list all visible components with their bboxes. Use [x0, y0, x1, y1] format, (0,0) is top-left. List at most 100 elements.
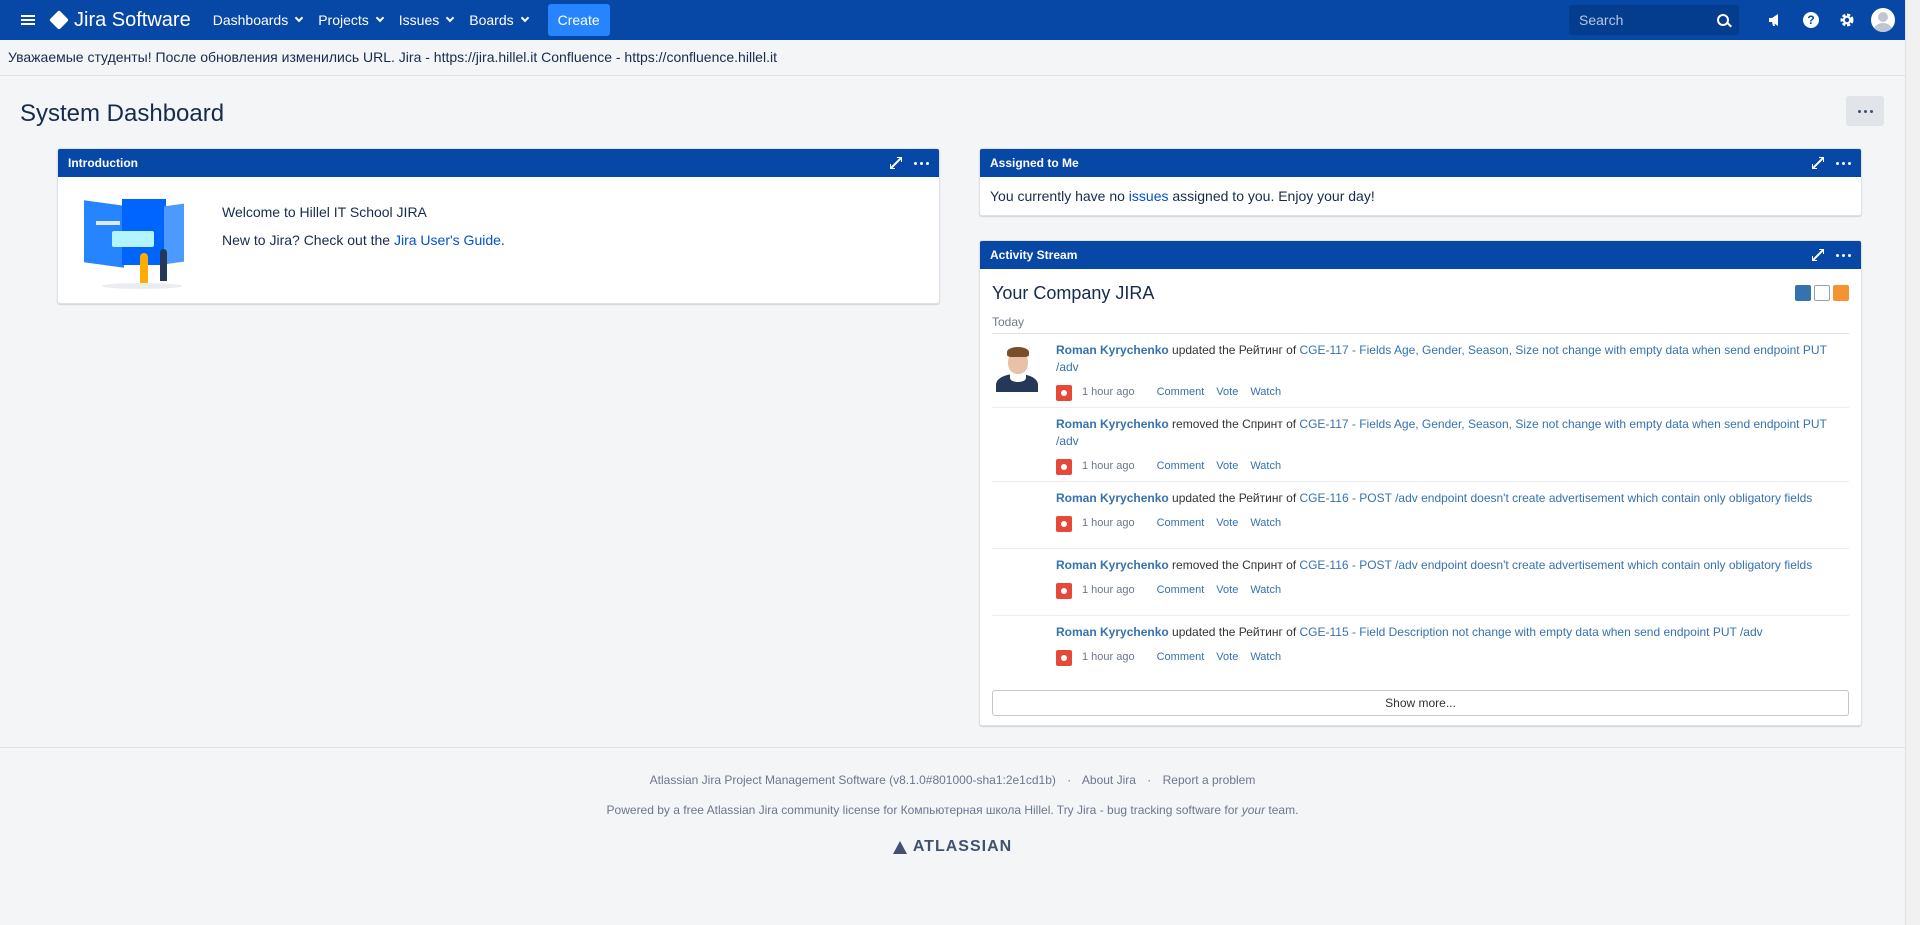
logo-text: Jira Software	[74, 8, 191, 31]
comment-link[interactable]: Comment	[1157, 649, 1205, 666]
comment-link[interactable]: Comment	[1157, 582, 1205, 599]
introduction-gadget: Introduction Welcome to Hillel IT School…	[57, 148, 940, 304]
assigned-message: You currently have no issues assigned to…	[980, 177, 1861, 215]
gadget-header: Introduction	[58, 149, 939, 177]
help-button[interactable]: ?	[1793, 0, 1829, 40]
atlassian-brand: ATLASSIAN	[912, 838, 1013, 855]
stream-title: Your Company JIRA	[992, 282, 1155, 303]
dashboard-more-button[interactable]	[1846, 96, 1884, 126]
maximize-icon[interactable]	[1812, 157, 1824, 169]
bug-icon	[1056, 649, 1072, 666]
powered-em: your	[1241, 803, 1266, 817]
create-button[interactable]: Create	[547, 4, 610, 36]
activity-stream-gadget: Activity Stream Your Company JIRA Today …	[979, 240, 1862, 726]
jira-logo[interactable]: Jira Software	[49, 8, 191, 32]
activity-action: updated the Рейтинг of	[1168, 343, 1300, 357]
activity-text: Roman Kyrychenko updated the Рейтинг of …	[1056, 342, 1849, 376]
user-avatar[interactable]	[992, 342, 1044, 394]
welcome-text: Welcome to Hillel IT School JIRA	[222, 204, 427, 220]
assigned-text-after: assigned to you. Enjoy your day!	[1168, 188, 1375, 204]
activity-item: Roman Kyrychenko removed the Спринт of C…	[992, 408, 1849, 482]
nav-projects[interactable]: Projects	[310, 0, 391, 40]
activity-text: Roman Kyrychenko removed the Спринт of C…	[1056, 416, 1849, 450]
nav-boards-label: Boards	[469, 12, 514, 28]
day-heading: Today	[992, 307, 1849, 334]
nav-dashboards[interactable]: Dashboards	[205, 0, 311, 40]
activity-item: Roman Kyrychenko updated the Рейтинг of …	[992, 334, 1849, 408]
list-view-icon[interactable]	[1814, 285, 1830, 301]
comment-link[interactable]: Comment	[1157, 458, 1205, 475]
vote-link[interactable]: Vote	[1216, 649, 1238, 666]
activity-user-link[interactable]: Roman Kyrychenko	[1056, 558, 1169, 572]
chevron-down-icon	[375, 13, 385, 23]
jira-logo-icon	[49, 9, 74, 31]
vote-link[interactable]: Vote	[1216, 582, 1238, 599]
guide-suffix: .	[500, 232, 505, 248]
activity-user-link[interactable]: Roman Kyrychenko	[1056, 417, 1169, 431]
show-more-button[interactable]: Show more...	[992, 690, 1849, 716]
activity-issue-link[interactable]: CGE-116 - POST /adv endpoint doesn't cre…	[1300, 491, 1813, 505]
watch-link[interactable]: Watch	[1250, 458, 1281, 475]
activity-item: Roman Kyrychenko updated the Рейтинг of …	[992, 616, 1849, 682]
rss-feed-icon[interactable]	[1833, 285, 1849, 301]
search-box[interactable]	[1569, 5, 1739, 35]
more-icon[interactable]	[914, 161, 929, 165]
user-guide-link[interactable]: Jira User's Guide	[394, 232, 501, 248]
bug-icon	[1056, 384, 1072, 401]
activity-action: removed the Спринт of	[1168, 417, 1300, 431]
more-icon[interactable]	[1836, 253, 1851, 257]
avatar[interactable]	[1871, 8, 1895, 32]
page-scrollbar[interactable]	[1905, 0, 1920, 925]
more-icon	[1857, 109, 1873, 113]
user-avatar	[992, 624, 1044, 676]
nav-boards[interactable]: Boards	[461, 0, 535, 40]
more-icon[interactable]	[1836, 161, 1851, 165]
watch-link[interactable]: Watch	[1250, 515, 1281, 532]
watch-link[interactable]: Watch	[1250, 582, 1281, 599]
gadget-header: Assigned to Me	[980, 149, 1861, 177]
footer-version-link[interactable]: Atlassian Jira Project Management Softwa…	[650, 773, 1056, 787]
activity-item: Roman Kyrychenko updated the Рейтинг of …	[992, 482, 1849, 549]
vote-link[interactable]: Vote	[1216, 515, 1238, 532]
footer-about-link[interactable]: About Jira	[1082, 773, 1136, 787]
footer-separator: ·	[1067, 773, 1072, 787]
activity-issue-link[interactable]: CGE-116 - POST /adv endpoint doesn't cre…	[1299, 558, 1812, 572]
user-avatar	[992, 490, 1044, 542]
activity-issue-link[interactable]: CGE-115 - Field Description not change w…	[1300, 625, 1763, 639]
watch-link[interactable]: Watch	[1250, 649, 1281, 666]
bug-icon	[1056, 458, 1072, 475]
maximize-icon[interactable]	[1812, 249, 1824, 261]
user-avatar	[992, 557, 1044, 609]
footer: Atlassian Jira Project Management Softwa…	[0, 747, 1905, 857]
notifications-button[interactable]	[1757, 0, 1793, 40]
footer-report-link[interactable]: Report a problem	[1163, 773, 1256, 787]
assigned-text-before: You currently have no	[990, 188, 1129, 204]
search-icon[interactable]	[1717, 14, 1729, 26]
maximize-icon[interactable]	[890, 157, 902, 169]
activity-user-link[interactable]: Roman Kyrychenko	[1056, 491, 1169, 505]
atlassian-logo[interactable]: ATLASSIAN	[892, 838, 1013, 856]
full-view-icon[interactable]	[1795, 285, 1811, 301]
activity-text: Roman Kyrychenko updated the Рейтинг of …	[1056, 624, 1849, 641]
search-input[interactable]	[1579, 12, 1709, 28]
settings-button[interactable]	[1829, 0, 1865, 40]
menu-icon[interactable]	[8, 0, 48, 40]
activity-user-link[interactable]: Roman Kyrychenko	[1056, 625, 1169, 639]
issues-link[interactable]: issues	[1129, 188, 1169, 204]
powered-prefix: Powered by a free Atlassian Jira communi…	[606, 803, 1242, 817]
watch-link[interactable]: Watch	[1250, 384, 1281, 401]
top-navigation: Jira Software Dashboards Projects Issues…	[0, 0, 1905, 40]
activity-time: 1 hour ago	[1082, 651, 1135, 663]
footer-separator: ·	[1147, 773, 1152, 787]
comment-link[interactable]: Comment	[1157, 384, 1205, 401]
activity-user-link[interactable]: Roman Kyrychenko	[1056, 343, 1169, 357]
vote-link[interactable]: Vote	[1216, 384, 1238, 401]
nav-issues[interactable]: Issues	[391, 0, 461, 40]
guide-text: New to Jira? Check out the Jira User's G…	[222, 230, 505, 250]
vote-link[interactable]: Vote	[1216, 458, 1238, 475]
activity-text: Roman Kyrychenko removed the Спринт of C…	[1056, 557, 1849, 574]
gadget-title: Introduction	[68, 156, 138, 170]
activity-action: updated the Рейтинг of	[1168, 625, 1300, 639]
activity-time: 1 hour ago	[1082, 517, 1135, 529]
comment-link[interactable]: Comment	[1157, 515, 1205, 532]
